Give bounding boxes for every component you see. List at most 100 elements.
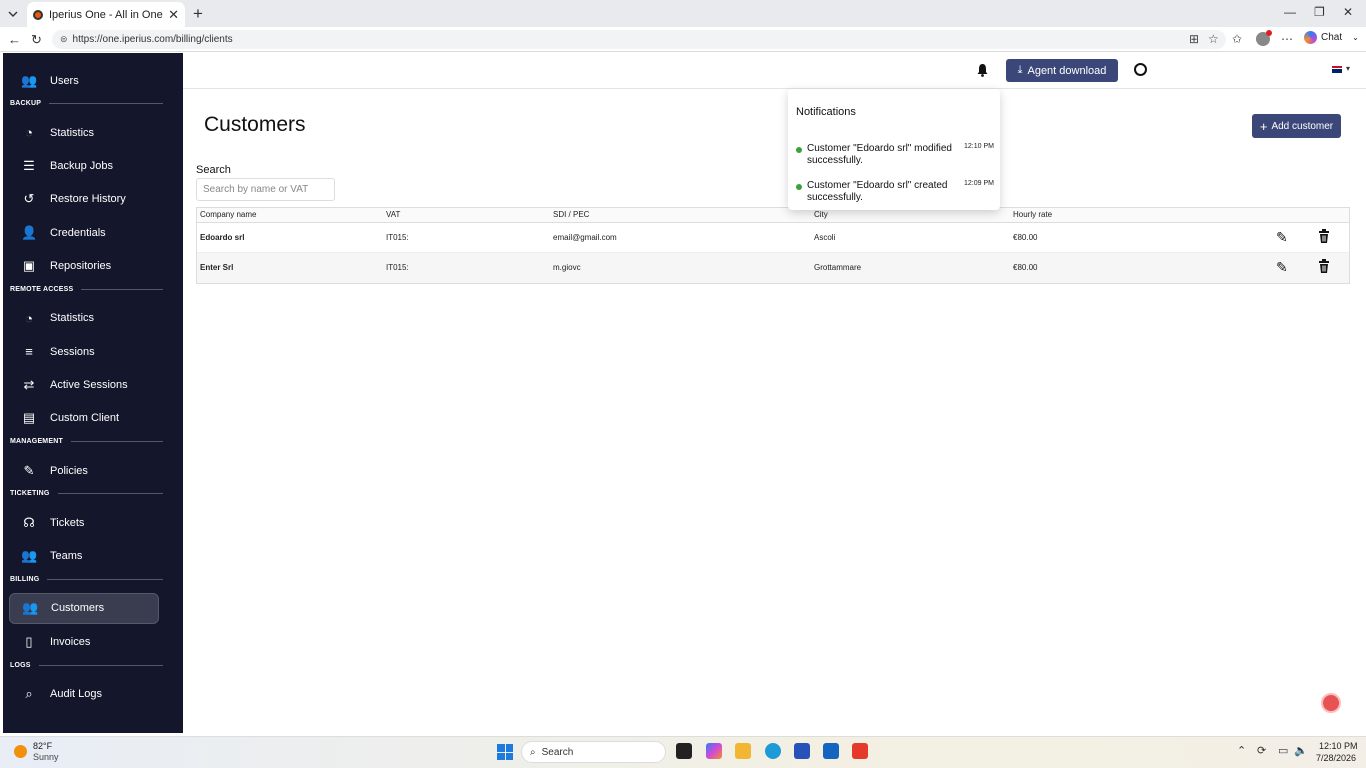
sidebar-item-label: Audit Logs xyxy=(50,688,102,700)
back-icon[interactable]: ← xyxy=(8,32,21,47)
sidebar-item-tickets[interactable]: ☊ Tickets xyxy=(9,507,159,538)
store-icon[interactable] xyxy=(794,743,810,759)
minimize-icon[interactable]: — xyxy=(1284,5,1296,19)
file-explorer-icon[interactable] xyxy=(735,743,751,759)
sidebar-item-label: Repositories xyxy=(50,260,112,272)
table-cell: IT015: xyxy=(386,233,409,242)
customers-icon: 👥 xyxy=(22,600,39,616)
sidebar-item-policies[interactable]: ✎ Policies xyxy=(9,455,159,486)
restore-icon[interactable]: ❐ xyxy=(1314,5,1325,19)
close-tab-icon[interactable]: ✕ xyxy=(168,7,179,23)
chevron-down-icon xyxy=(8,11,18,17)
copilot-app-icon[interactable] xyxy=(706,743,722,759)
sidebar-item-customers[interactable]: 👥 Customers xyxy=(9,592,159,624)
sidebar-item-teams[interactable]: 👥 Teams xyxy=(9,541,159,572)
sidebar-item-audit-logs[interactable]: ⌕ Audit Logs xyxy=(9,679,159,710)
profile-avatar[interactable] xyxy=(1256,30,1272,46)
more-menu-icon[interactable]: ⋯ xyxy=(1281,32,1293,46)
sidebar-item-active-sessions[interactable]: ⇄ Active Sessions xyxy=(9,369,159,400)
url-field[interactable]: ⊜ https://one.iperius.com/billing/client… xyxy=(52,30,1226,49)
table-header: Company name VAT SDI / PEC City Hourly rate xyxy=(197,208,1349,223)
sidebar-section-heading: BACKUP xyxy=(10,100,163,107)
bell-icon[interactable] xyxy=(976,63,989,80)
sidebar-item-custom-client[interactable]: ▤ Custom Client xyxy=(9,403,159,434)
close-window-icon[interactable]: ✕ xyxy=(1343,5,1353,19)
sidebar-item-users[interactable]: 👥 Users xyxy=(9,65,159,96)
sidebar-item-restore-history[interactable]: ↺ Restore History xyxy=(9,184,159,215)
app-available-icon[interactable]: ⊞ xyxy=(1189,32,1199,46)
uk-flag-icon[interactable] xyxy=(1332,66,1342,73)
browser-tab[interactable]: Iperius One - All in One RMM Suite ✕ xyxy=(27,2,185,27)
notifications-title: Notifications xyxy=(796,106,856,118)
notification-alert-button[interactable] xyxy=(1321,693,1341,713)
sidebar-item-label: Statistics xyxy=(50,312,95,325)
taskbar-search-label: Search xyxy=(541,746,574,758)
favorite-star-icon[interactable]: ☆ xyxy=(1208,32,1219,46)
divider xyxy=(81,288,163,290)
delete-trash-icon[interactable] xyxy=(1318,229,1330,246)
sidebar-item-label: Custom Client xyxy=(50,412,120,425)
site-info-icon[interactable]: ⊜ xyxy=(60,34,68,45)
table-cell: Grottammare xyxy=(814,263,862,272)
history-icon: ↺ xyxy=(23,191,35,207)
weather-temperature: 82°F xyxy=(33,741,53,751)
table-cell: email@gmail.com xyxy=(553,233,617,242)
search-input[interactable] xyxy=(196,178,335,201)
sidebar-item-backup-jobs[interactable]: ☰ Backup Jobs xyxy=(9,151,159,182)
invoice-icon: ▯ xyxy=(25,633,33,649)
column-header[interactable]: Company name xyxy=(200,210,256,219)
download-icon: ⤓ xyxy=(1017,64,1023,76)
agent-download-button[interactable]: ⤓ Agent download xyxy=(1006,59,1118,82)
column-header[interactable]: VAT xyxy=(386,210,400,219)
reload-icon[interactable]: ↻ xyxy=(31,32,42,48)
sidebar-item-statistics[interactable]: ◔ Statistics xyxy=(9,117,159,148)
column-header[interactable]: Hourly rate xyxy=(1013,210,1052,219)
new-tab-icon[interactable]: + xyxy=(193,4,203,24)
sync-icon[interactable]: ⟳ xyxy=(1257,744,1266,757)
chat-label: Chat xyxy=(1321,32,1343,43)
notification-text: Customer "Edoardo srl" modified successf… xyxy=(807,143,952,166)
task-view-icon[interactable] xyxy=(676,743,692,759)
favorites-icon[interactable]: ✩ xyxy=(1232,32,1242,46)
sidebar-item-invoices[interactable]: ▯ Invoices xyxy=(9,626,159,657)
sidebar-item-statistics[interactable]: ◔ Statistics xyxy=(9,303,159,334)
copilot-chat-button[interactable]: Chat ⌄ xyxy=(1304,31,1359,44)
taskbar-search[interactable]: ⌕ Search xyxy=(521,741,666,763)
app-icon[interactable] xyxy=(852,743,868,759)
table-row[interactable]: Edoardo srl IT015: email@gmail.com Ascoli €8… xyxy=(197,223,1349,253)
section-title: TICKETING xyxy=(10,490,50,498)
outlook-icon[interactable] xyxy=(823,743,839,759)
edit-pencil-icon[interactable]: ✎ xyxy=(1276,259,1288,276)
users-icon: 👥 xyxy=(21,72,38,88)
tab-list-button[interactable] xyxy=(4,5,22,23)
clock-date: 7/28/2026 xyxy=(1316,753,1357,763)
table-cell: Enter Srl xyxy=(200,263,234,272)
network-icon[interactable]: ▭ xyxy=(1278,744,1288,757)
start-button[interactable] xyxy=(497,744,513,760)
chevron-up-icon[interactable]: ⌃ xyxy=(1237,744,1246,757)
edit-pencil-icon[interactable]: ✎ xyxy=(1276,229,1288,246)
sun-weather-icon[interactable] xyxy=(14,745,27,758)
sidebar-item-label: Tickets xyxy=(50,516,85,529)
volume-icon[interactable]: 🔈 xyxy=(1294,744,1308,757)
user-account-icon[interactable] xyxy=(1134,63,1147,76)
sidebar-section-heading: BILLING xyxy=(10,576,163,583)
column-header[interactable]: City xyxy=(814,210,828,219)
table-row[interactable]: Enter Srl IT015: m.giovc Grottammare €80.00 ✎ xyxy=(197,253,1349,283)
divider xyxy=(38,664,163,666)
add-customer-label: Add customer xyxy=(1271,120,1334,132)
sidebar-item-credentials[interactable]: 👤 Credentials xyxy=(9,217,159,248)
edge-browser-icon[interactable] xyxy=(765,743,781,759)
table-cell: Ascoli xyxy=(814,233,836,242)
delete-trash-icon[interactable] xyxy=(1318,259,1330,276)
table-cell: €80.00 xyxy=(1013,233,1038,242)
add-customer-button[interactable]: + Add customer xyxy=(1252,114,1341,138)
sidebar-item-label: Backup Jobs xyxy=(50,160,113,173)
sidebar-section-heading: REMOTE ACCESS xyxy=(10,286,163,293)
language-dropdown-icon[interactable]: ▾ xyxy=(1346,64,1350,73)
sidebar-item-repositories[interactable]: ▣ Repositories xyxy=(9,251,159,282)
sidebar-item-sessions[interactable]: ≡ Sessions xyxy=(9,336,159,367)
user-lock-icon: 👤 xyxy=(21,224,38,240)
sidebar-item-label: Customers xyxy=(51,602,105,615)
column-header[interactable]: SDI / PEC xyxy=(553,210,589,219)
